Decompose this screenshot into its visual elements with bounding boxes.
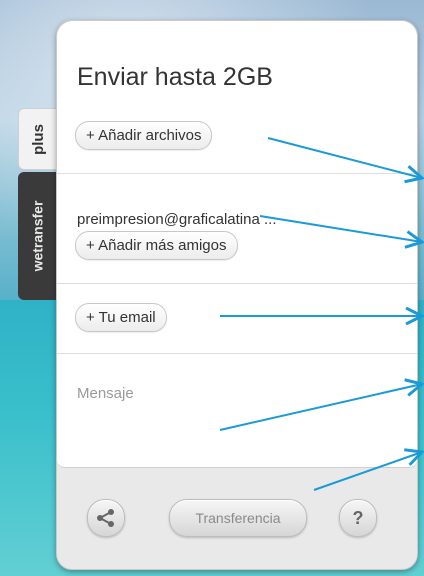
tab-plus[interactable]: plus xyxy=(18,108,57,170)
divider xyxy=(57,173,417,174)
tab-plus-label: plus xyxy=(29,123,47,155)
share-button[interactable] xyxy=(87,499,125,537)
transfer-panel: Enviar hasta 2GB + Añadir archivos preim… xyxy=(56,20,418,570)
add-files-button[interactable]: + Añadir archivos xyxy=(75,121,213,150)
your-email-button[interactable]: + Tu email xyxy=(75,303,167,332)
share-icon xyxy=(97,509,114,527)
transfer-form: Enviar hasta 2GB + Añadir archivos preim… xyxy=(57,21,417,468)
tab-wetransfer-label: wetransfer xyxy=(29,200,45,272)
divider xyxy=(57,283,417,284)
transfer-button[interactable]: Transferencia xyxy=(169,499,307,537)
tab-wetransfer[interactable]: wetransfer xyxy=(18,172,56,300)
divider xyxy=(57,353,417,354)
add-friends-button[interactable]: + Añadir más amigos xyxy=(75,231,238,260)
form-title: Enviar hasta 2GB xyxy=(77,63,273,91)
help-button[interactable]: ? xyxy=(339,499,377,537)
recipient-email[interactable]: preimpresion@graficalatina ... xyxy=(77,211,276,228)
message-field[interactable]: Mensaje xyxy=(77,385,134,402)
